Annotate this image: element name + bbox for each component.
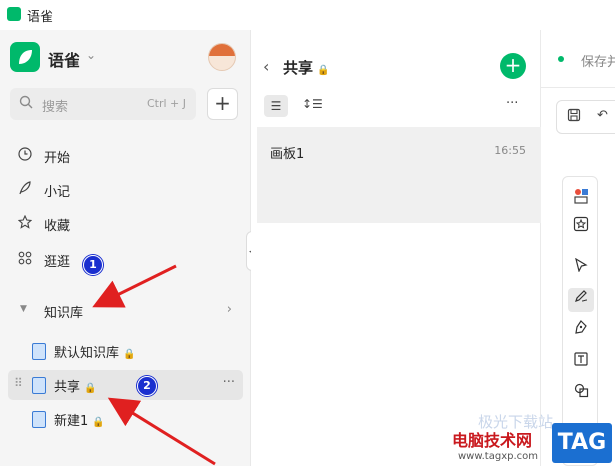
annotation-arrow-1: [92, 264, 177, 308]
watermark-brand: 电脑技术网: [452, 431, 533, 450]
watermark-tag-logo: TAG: [552, 423, 612, 463]
watermark-url: www.tagxp.com: [458, 451, 538, 462]
annotation-arrows: [92, 264, 216, 466]
watermark: 极光下载站 电脑技术网 www.tagxp.com TAG: [448, 413, 615, 466]
annotation-badge-1: 1: [83, 255, 103, 275]
annotation-arrow-2: [107, 397, 216, 466]
annotation-badge-2: 2: [137, 376, 157, 396]
